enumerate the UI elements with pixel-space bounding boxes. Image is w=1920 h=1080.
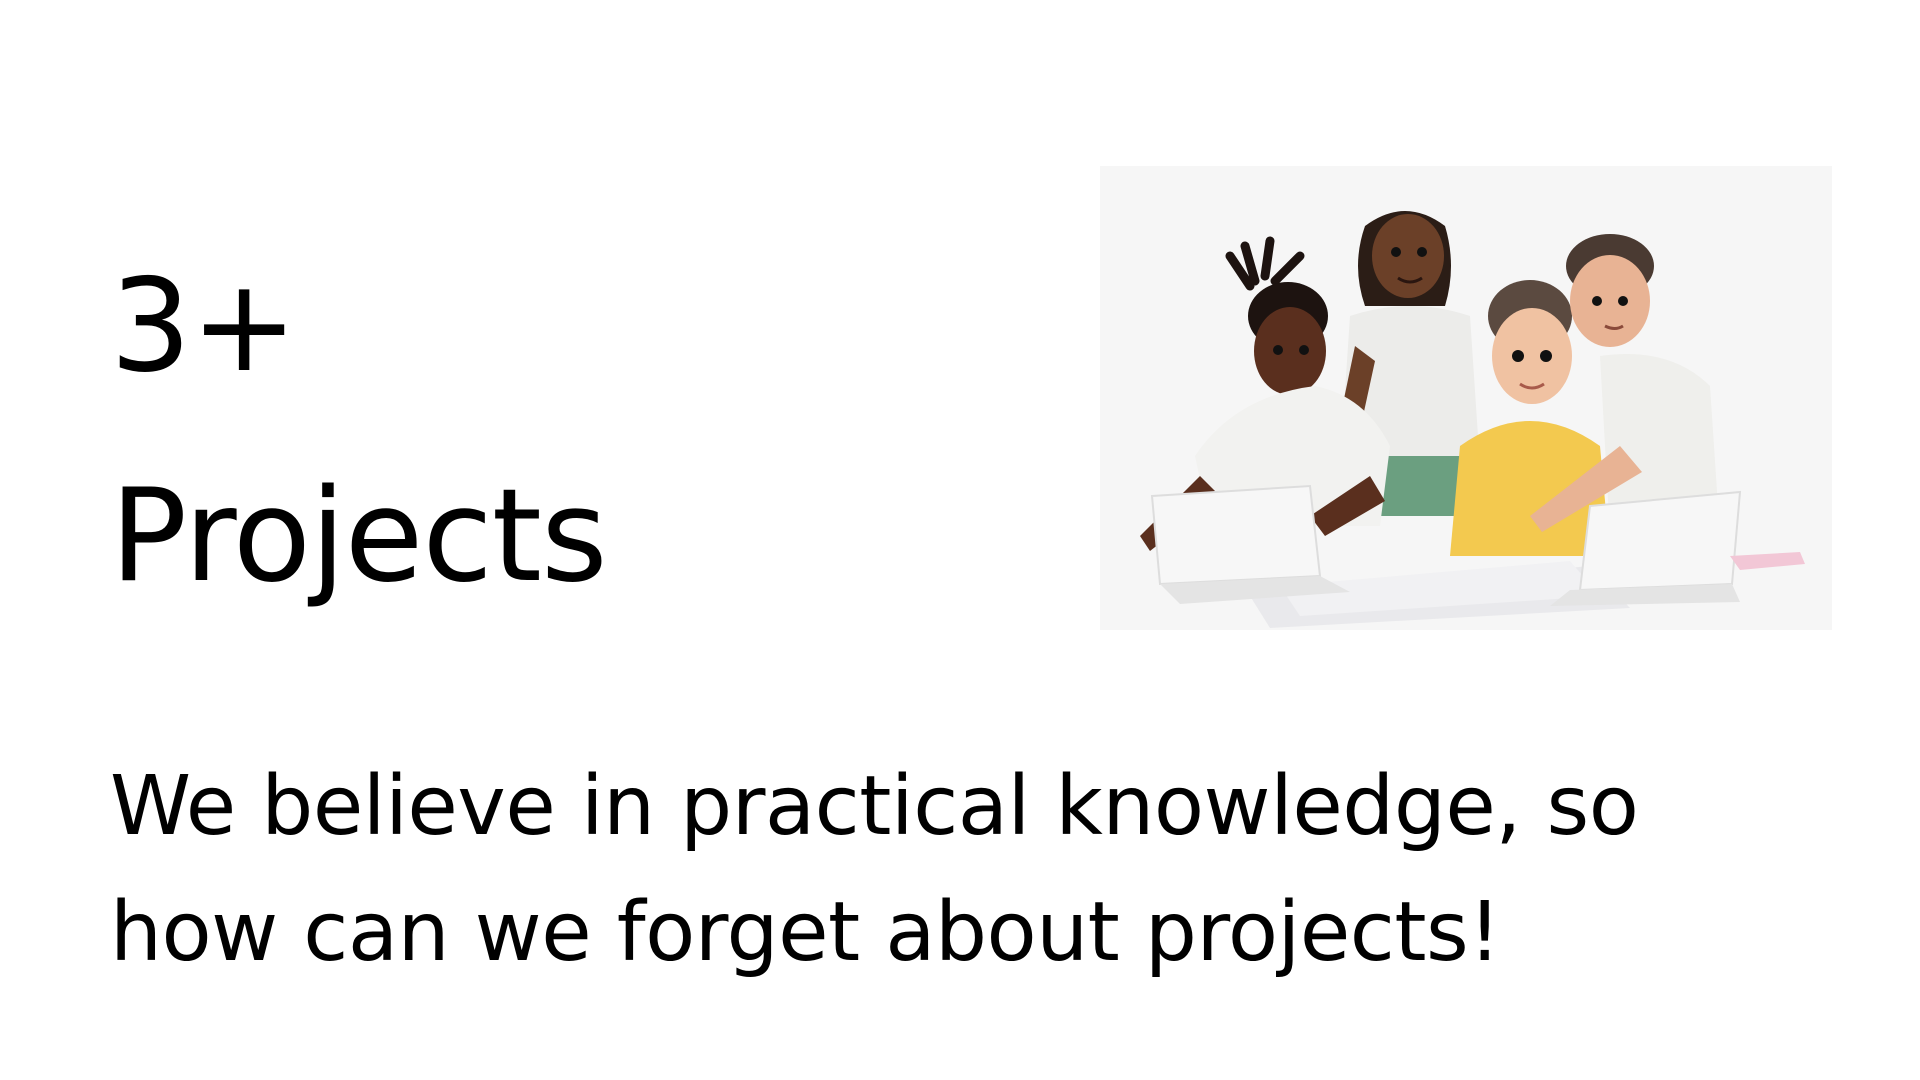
team-collaboration-illustration-icon (1140, 211, 1805, 628)
projects-description: We believe in practical knowledge, so ho… (110, 744, 1830, 996)
projects-stat-heading: 3+ Projects (110, 222, 608, 642)
description-line-1: We believe in practical knowledge, so (110, 759, 1639, 854)
projects-count: 3+ (110, 252, 298, 401)
team-illustration (1100, 166, 1832, 630)
description-line-2: how can we forget about projects! (110, 885, 1501, 980)
projects-label: Projects (110, 462, 608, 611)
